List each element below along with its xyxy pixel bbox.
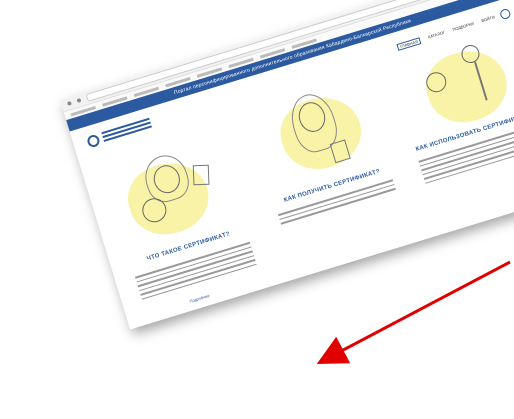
screenshot-stage: Портал персонифицированного дополнительн… [0, 0, 514, 419]
arrow-line [316, 260, 511, 365]
annotation-arrow [316, 260, 511, 365]
